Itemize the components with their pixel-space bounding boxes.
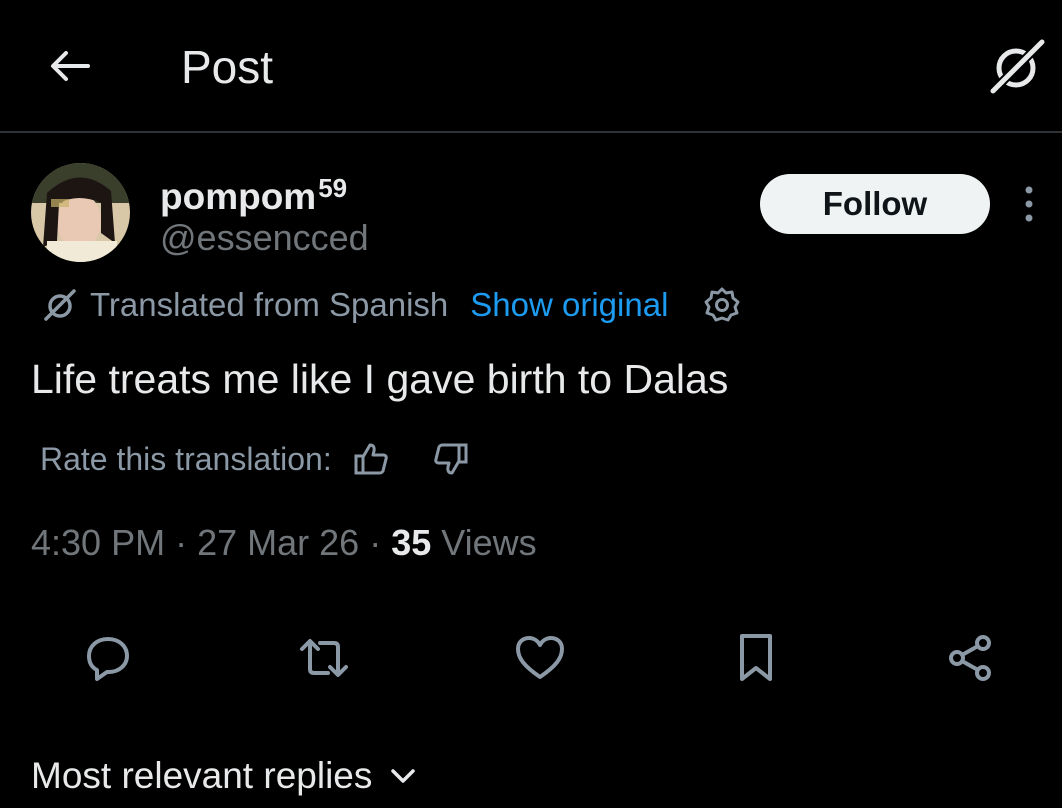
back-button[interactable] [44,40,96,92]
meta-separator: · [369,522,382,563]
heart-icon [516,636,564,679]
author-display-name[interactable]: pompom59 [160,166,347,219]
grok-button[interactable] [986,36,1048,98]
bookmark-button[interactable] [726,628,786,688]
translation-note: Translated from Spanish [90,286,449,323]
share-icon [949,635,991,681]
bookmark-icon [740,634,772,681]
repost-icon [300,639,348,677]
translation-bar: Translated from Spanish Show original [40,282,742,328]
like-button[interactable] [510,628,570,688]
page-title: Post [181,41,274,93]
views-count: 35 [391,522,432,563]
post-text: Life treats me like I gave birth to Dala… [31,356,729,402]
post-time: 4:30 PM [31,522,166,563]
reply-icon [87,637,129,681]
rate-label: Rate this translation: [40,440,332,477]
rate-translation-row: Rate this translation: [40,436,472,482]
more-vertical-icon [1025,186,1033,222]
share-button[interactable] [940,628,1000,688]
reply-button[interactable] [78,628,138,688]
post-meta: 4:30 PM · 27 Mar 26 · 35 Views [31,520,537,566]
replies-sort-dropdown[interactable]: Most relevant replies [31,752,418,800]
thumbs-up-icon[interactable] [350,438,392,480]
views-label[interactable]: Views [441,522,536,563]
avatar[interactable] [31,163,130,262]
show-original-link[interactable]: Show original [470,286,668,324]
display-name-text: pompom [160,176,317,217]
author-handle[interactable]: @essencced [160,216,369,260]
follow-button[interactable]: Follow [760,174,990,234]
grok-icon [989,38,1046,95]
thumbs-down-icon[interactable] [430,438,472,480]
display-name-superscript: 59 [318,173,348,203]
meta-separator: · [175,522,188,563]
replies-sort-label: Most relevant replies [31,755,373,796]
post-date: 27 Mar 26 [197,522,360,563]
avatar-photo [31,163,130,262]
arrow-left-icon [51,51,90,81]
top-bar: Post [0,0,1062,133]
gear-icon[interactable] [702,285,742,325]
grok-translate-icon [40,285,80,325]
chevron-down-icon [390,762,418,790]
more-options-button[interactable] [1014,182,1044,226]
repost-button[interactable] [294,628,354,688]
